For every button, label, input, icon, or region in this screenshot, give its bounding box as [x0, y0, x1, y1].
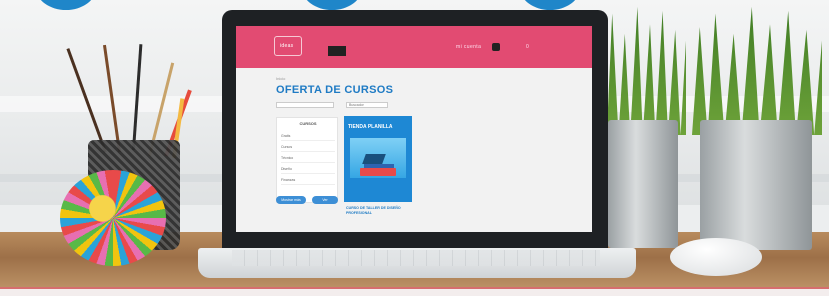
pot-left	[608, 120, 678, 248]
breadcrumb: Inicio	[276, 76, 286, 81]
card-image	[350, 138, 406, 178]
filter-row: Gratis	[281, 132, 335, 141]
laptop-keyboard	[232, 250, 600, 266]
site-cart-count: 0	[526, 44, 530, 50]
view-button: Ver	[312, 196, 338, 204]
page-title: OFERTA DE CURSOS	[276, 84, 394, 96]
site-logo-text: ideas	[280, 43, 294, 49]
graduation-cap-icon	[362, 154, 386, 164]
yarn-ball	[60, 170, 166, 266]
site-account-link: mi cuenta	[456, 44, 482, 50]
book-icon	[360, 168, 396, 176]
filter-panel: CURSOS Gratis Cursos Técnico Diseño Fina…	[276, 117, 338, 203]
course-card: TIENDA PLANILLA	[344, 116, 412, 202]
filter-row: Finanzas	[281, 176, 335, 185]
select-filter-1	[276, 102, 334, 108]
show-more-button: Mostrar más	[276, 196, 306, 204]
user-icon	[492, 43, 500, 51]
filter-row: Cursos	[281, 143, 335, 152]
card-tag: TIENDA PLANILLA	[348, 124, 393, 130]
filter-row: Técnico	[281, 154, 335, 163]
filter-title: CURSOS	[299, 121, 317, 126]
computer-mouse	[670, 238, 762, 276]
site-header-banner	[328, 46, 346, 56]
select-filter-2: Buscador	[346, 102, 388, 108]
desk-bottom-strip	[0, 289, 829, 296]
laptop-screen: ideas mi cuenta 0 Inicio OFERTA DE CURSO…	[236, 26, 592, 232]
pot-right	[700, 120, 812, 250]
card-title: CURSO DE TALLER DE DISEÑO PROFESIONAL	[346, 206, 401, 215]
filter-row: Diseño	[281, 165, 335, 174]
